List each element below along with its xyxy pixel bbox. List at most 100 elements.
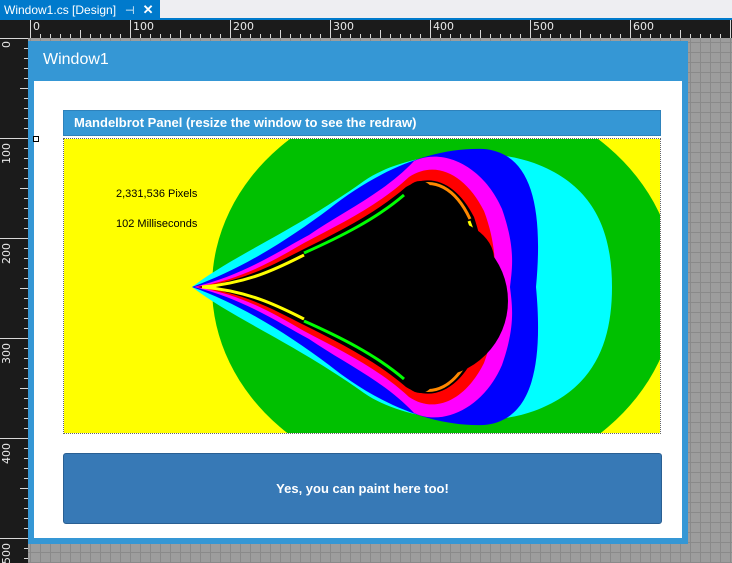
ruler-tick [20,188,28,189]
ruler-label: 0 [0,41,13,48]
ruler-tick [390,34,391,38]
ruler-tick [240,34,241,38]
document-tab[interactable]: Window1.cs [Design] ⊣ ✕ [0,0,160,20]
ruler-tick [310,34,311,38]
ruler-tick [220,34,221,38]
ruler-tick [24,558,28,559]
ruler-tick [430,20,431,38]
ruler-tick [330,20,331,38]
mandelbrot-image [64,139,660,433]
ruler-tick [210,34,211,38]
ruler-label: 300 [0,343,13,364]
document-tab-strip: Window1.cs [Design] ⊣ ✕ [0,0,732,20]
mandelbrot-panel-header: Mandelbrot Panel (resize the window to s… [63,110,661,136]
ruler-tick [400,34,401,38]
ruler-tick [20,388,28,389]
ruler-tick [640,34,641,38]
ruler-tick [440,34,441,38]
ruler-tick [520,34,521,38]
ruler-tick [30,20,31,38]
ruler-tick [540,34,541,38]
ruler-tick [670,34,671,38]
ruler-tick [270,34,271,38]
ruler-tick [40,34,41,38]
ruler-tick [200,34,201,38]
ruler-tick [650,34,651,38]
document-tab-title: Window1.cs [Design] [4,3,117,17]
ruler-tick [550,34,551,38]
ruler-tick [20,88,28,89]
ruler-tick [560,34,561,38]
ruler-label: 100 [0,143,13,164]
ruler-tick [350,34,351,38]
ruler-tick [20,288,28,289]
ruler-tick [20,488,28,489]
ruler-tick [610,34,611,38]
ruler-tick [0,338,28,339]
ruler-corner [0,20,28,38]
ruler-tick [490,34,491,38]
ruler-tick [690,34,691,38]
ruler-tick [90,34,91,38]
ruler-tick [230,20,231,38]
window-title: Window1 [43,51,109,68]
ruler-tick [170,34,171,38]
ruler-tick [570,34,571,38]
ruler-tick [160,34,161,38]
ruler-tick [0,538,28,539]
ruler-tick [280,30,281,38]
selection-handle[interactable] [33,136,39,142]
ruler-label: 100 [133,20,154,33]
ruler-tick [420,34,421,38]
ruler-tick [500,34,501,38]
ruler-tick [700,34,701,38]
ruler-tick [300,34,301,38]
ruler-tick [530,20,531,38]
ruler-tick [600,34,601,38]
ruler-tick [360,34,361,38]
ruler-tick [620,34,621,38]
paint-button[interactable]: Yes, you can paint here too! [63,453,662,524]
ruler-tick [120,34,121,38]
ruler-tick [340,34,341,38]
milliseconds-label: 102 Milliseconds [116,218,198,230]
ruler-tick [660,34,661,38]
ruler-tick [70,34,71,38]
ruler-tick [580,30,581,38]
mandelbrot-panel[interactable]: 2,331,536 Pixels 102 Milliseconds [63,138,661,434]
ruler-tick [410,34,411,38]
ruler-tick [110,34,111,38]
ruler-label: 400 [433,20,454,33]
horizontal-ruler: 0 100 200 300 400 500 600 [0,20,732,38]
ruler-tick [150,34,151,38]
vertical-ruler: 0 100 200 300 400 500 [0,20,28,563]
ruler-label: 200 [233,20,254,33]
ruler-tick [250,34,251,38]
ruler-tick [630,20,631,38]
ruler-label: 0 [33,20,40,33]
ruler-tick [80,30,81,38]
ruler-tick [730,20,731,38]
ruler-tick [470,34,471,38]
designer-window[interactable]: Window1 Mandelbrot Panel (resize the win… [28,41,688,544]
window-client-area: Mandelbrot Panel (resize the window to s… [33,81,682,538]
ruler-tick [460,34,461,38]
ruler-tick [680,30,681,38]
ruler-tick [0,238,28,239]
close-icon[interactable]: ✕ [143,2,154,18]
ruler-label: 400 [0,443,13,464]
ruler-tick [190,34,191,38]
ruler-tick [260,34,261,38]
ruler-label: 500 [533,20,554,33]
ruler-label: 600 [633,20,654,33]
ruler-tick [130,20,131,38]
ruler-tick [480,30,481,38]
ruler-label: 500 [0,543,13,563]
ruler-tick [290,34,291,38]
ruler-label: 200 [0,243,13,264]
ruler-tick [0,38,28,39]
ruler-tick [0,138,28,139]
ruler-tick [510,34,511,38]
pin-icon[interactable]: ⊣ [125,4,135,17]
ruler-tick [60,34,61,38]
